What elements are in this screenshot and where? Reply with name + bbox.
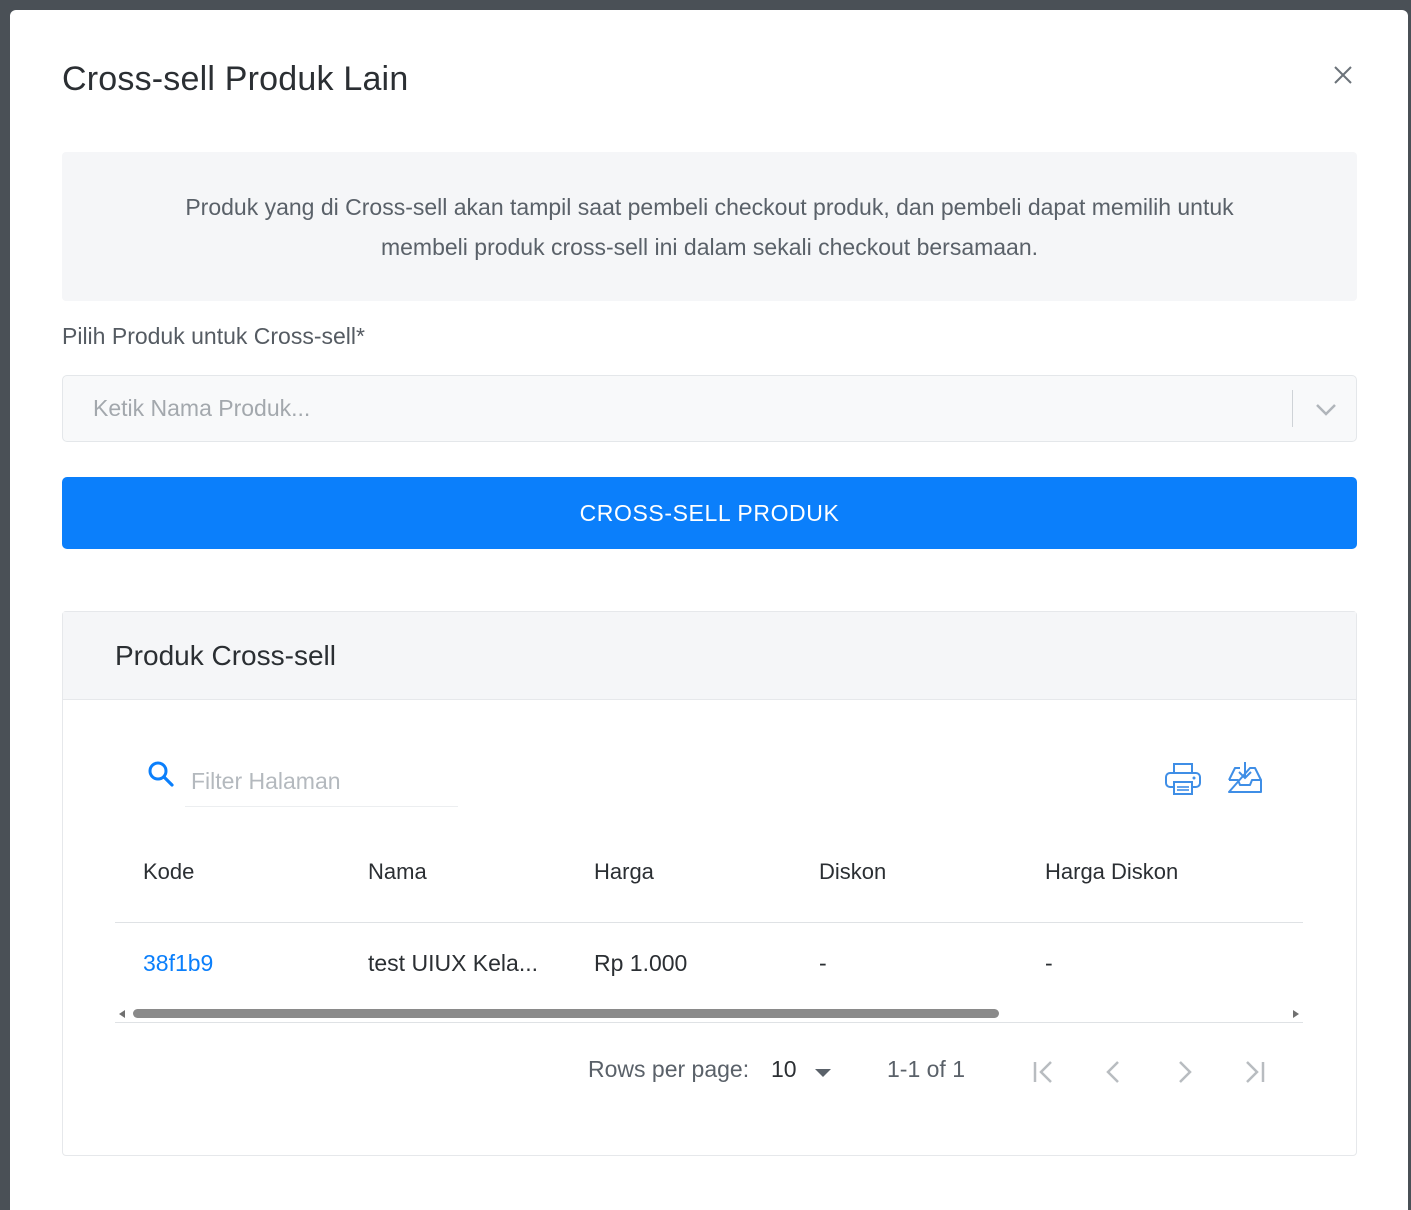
info-text: Produk yang di Cross-sell akan tampil sa… (185, 193, 1234, 260)
first-page-icon[interactable] (1030, 1058, 1058, 1086)
row-nama: test UIUX Kela... (368, 950, 539, 976)
search-icon (148, 761, 174, 787)
scroll-right-arrow[interactable] (1293, 1010, 1299, 1018)
product-select[interactable] (62, 375, 1357, 442)
select-separator (1292, 390, 1293, 427)
row-diskon: - (819, 950, 827, 976)
column-header-diskon[interactable]: Diskon (819, 859, 886, 885)
rows-per-page-label: Rows per page: (588, 1056, 750, 1082)
card-title: Produk Cross-sell (115, 639, 336, 671)
chevron-right-icon[interactable] (1170, 1058, 1198, 1086)
product-search-input[interactable] (63, 376, 1283, 441)
column-header-nama[interactable]: Nama (368, 859, 427, 885)
cross-sell-submit-button[interactable]: CROSS-SELL PRODUK (62, 477, 1357, 549)
cross-sell-table-card: Produk Cross-sell Kode Nama Harga Diskon… (62, 611, 1357, 1156)
modal-title: Cross-sell Produk Lain (62, 60, 409, 98)
scrollbar-thumb[interactable] (133, 1009, 999, 1018)
row-harga: Rp 1.000 (594, 950, 688, 976)
card-header: Produk Cross-sell (63, 612, 1356, 700)
column-header-kode[interactable]: Kode (143, 859, 194, 885)
column-header-harga[interactable]: Harga (594, 859, 654, 885)
product-select-label: Pilih Produk untuk Cross-sell* (62, 323, 365, 349)
header-divider (115, 922, 1303, 923)
cross-sell-modal: Cross-sell Produk Lain Produk yang di Cr… (10, 10, 1408, 1210)
info-box: Produk yang di Cross-sell akan tampil sa… (62, 152, 1357, 301)
chevron-down-icon[interactable] (1314, 398, 1338, 420)
filter-input[interactable] (185, 757, 458, 807)
pagination-range: 1-1 of 1 (887, 1056, 965, 1082)
row-harga-diskon: - (1045, 950, 1053, 976)
horizontal-scrollbar[interactable] (115, 1006, 1303, 1022)
last-page-icon[interactable] (1240, 1058, 1268, 1086)
table-bottom-divider (115, 1022, 1303, 1023)
chevron-left-icon[interactable] (1100, 1058, 1128, 1086)
rows-per-page-select[interactable]: 10 (771, 1056, 797, 1083)
column-header-harga-diskon[interactable]: Harga Diskon (1045, 859, 1178, 885)
scroll-left-arrow[interactable] (119, 1010, 125, 1018)
printer-icon[interactable] (1164, 761, 1202, 797)
row-kode-link[interactable]: 38f1b9 (143, 950, 213, 977)
download-tray-icon[interactable] (1226, 760, 1264, 796)
close-icon[interactable] (1332, 64, 1354, 86)
caret-down-icon[interactable] (815, 1069, 831, 1077)
